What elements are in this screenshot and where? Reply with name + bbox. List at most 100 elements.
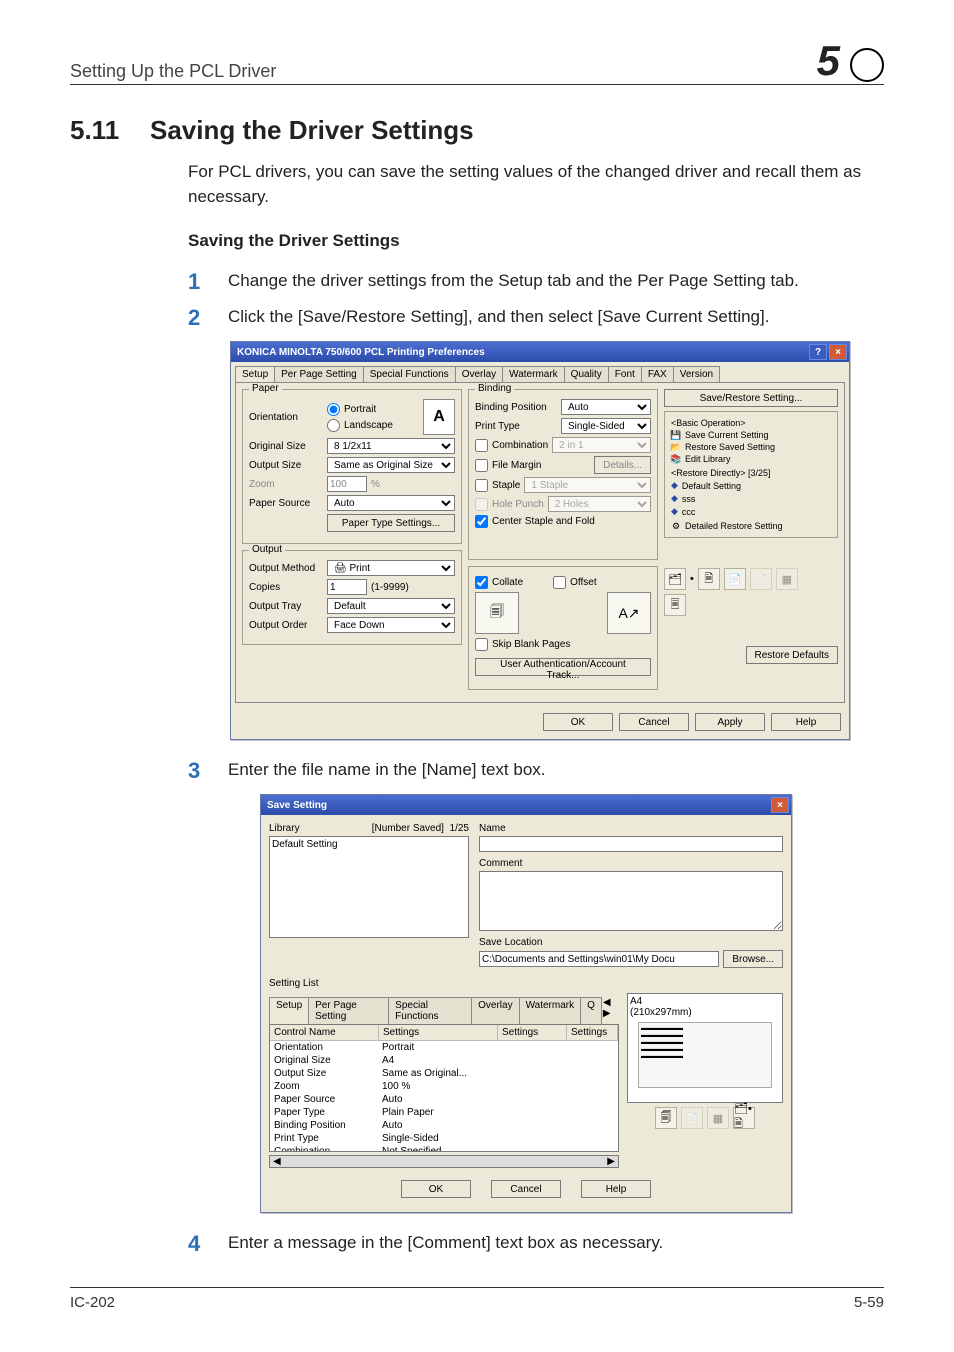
step-text-2: Click the [Save/Restore Setting], and th… <box>228 305 884 331</box>
orientation-portrait-label: Portrait <box>344 404 376 415</box>
tab-overlay[interactable]: Overlay <box>455 366 503 382</box>
name-input[interactable] <box>479 836 783 852</box>
restore-sss-item[interactable]: ◆sss <box>671 493 831 504</box>
help-button[interactable]: Help <box>771 713 841 731</box>
icon-btn-4: 📄 <box>750 568 772 590</box>
icon-btn-3[interactable]: 📄 <box>724 568 746 590</box>
original-size-select[interactable]: 8 1/2x11 <box>327 438 455 454</box>
output-tray-label: Output Tray <box>249 601 323 612</box>
restore-direct-label: <Restore Directly> [3/25] <box>671 468 831 478</box>
comment-label: Comment <box>479 858 783 869</box>
sl-tab-overlay[interactable]: Overlay <box>471 997 519 1024</box>
apply-button[interactable]: Apply <box>695 713 765 731</box>
sl-tab-setup[interactable]: Setup <box>269 997 309 1024</box>
table-row: Output SizeSame as Original... <box>270 1067 618 1080</box>
restore-saved-setting-item[interactable]: 📂Restore Saved Setting <box>671 442 831 452</box>
preview-icon-1[interactable]: 🗐 <box>655 1107 677 1129</box>
save-setting-help-button[interactable]: Help <box>581 1180 651 1198</box>
combination-check[interactable] <box>475 439 488 452</box>
th-settings-2: Settings <box>498 1025 567 1040</box>
cancel-button[interactable]: Cancel <box>619 713 689 731</box>
titlebar-help-button[interactable]: ? <box>809 344 827 360</box>
tab-quality[interactable]: Quality <box>564 366 609 382</box>
edit-library-item[interactable]: 📚Edit Library <box>671 454 831 464</box>
zoom-input <box>327 476 367 492</box>
orientation-label: Orientation <box>249 412 323 423</box>
hole-punch-select: 2 Holes <box>548 496 651 512</box>
save-location-input[interactable] <box>479 951 719 967</box>
tab-watermark[interactable]: Watermark <box>502 366 565 382</box>
combination-select: 2 in 1 <box>552 437 651 453</box>
icon-btn-2[interactable]: 🗎 <box>698 568 720 590</box>
save-location-label: Save Location <box>479 937 783 948</box>
preview-info-box: A4 (210x297mm) ▬▬▬▬▬▬▬▬▬▬▬▬▬▬▬▬▬▬▬▬▬▬▬▬▬… <box>627 993 783 1103</box>
output-order-select[interactable]: Face Down <box>327 617 455 633</box>
comment-input[interactable] <box>479 871 783 931</box>
user-auth-button[interactable]: User Authentication/Account Track... <box>475 658 651 676</box>
output-size-select[interactable]: Same as Original Size <box>327 457 455 473</box>
step-number-2: 2 <box>188 305 228 331</box>
collate-check[interactable] <box>475 576 488 589</box>
sl-tab-watermark[interactable]: Watermark <box>519 997 582 1024</box>
collate-label: Collate <box>492 577 523 588</box>
subheading: Saving the Driver Settings <box>188 231 884 251</box>
titlebar-close-button[interactable]: × <box>829 344 847 360</box>
save-setting-close-button[interactable]: × <box>771 797 789 813</box>
binding-position-select[interactable]: Auto <box>561 399 651 415</box>
step-text-3: Enter the file name in the [Name] text b… <box>228 758 884 784</box>
icon-btn-6[interactable]: 🗏 <box>664 594 686 616</box>
center-staple-check[interactable] <box>475 515 488 528</box>
offset-check[interactable] <box>553 576 566 589</box>
intro-paragraph: For PCL drivers, you can save the settin… <box>188 160 884 209</box>
table-row: CombinationNot Specified <box>270 1145 618 1151</box>
orientation-landscape-radio[interactable] <box>327 419 340 432</box>
print-type-select[interactable]: Single-Sided <box>561 418 651 434</box>
save-setting-cancel-button[interactable]: Cancel <box>491 1180 561 1198</box>
save-restore-setting-button[interactable]: Save/Restore Setting... <box>664 389 838 407</box>
sl-tab-perpage[interactable]: Per Page Setting <box>308 997 389 1024</box>
tab-fax[interactable]: FAX <box>641 366 674 382</box>
copies-input[interactable] <box>327 579 367 595</box>
skip-blank-check[interactable] <box>475 638 488 651</box>
sl-tab-q[interactable]: Q <box>580 997 602 1024</box>
save-icon: 💾 <box>671 430 681 440</box>
detailed-restore-item[interactable]: ⚙Detailed Restore Setting <box>671 521 831 531</box>
paper-type-settings-button[interactable]: Paper Type Settings... <box>327 514 455 532</box>
save-setting-title: Save Setting <box>267 800 769 811</box>
footer-right: 5-59 <box>854 1294 884 1311</box>
library-item-default[interactable]: Default Setting <box>272 839 466 850</box>
staple-check[interactable] <box>475 479 488 492</box>
tab-perpage[interactable]: Per Page Setting <box>274 366 364 382</box>
tab-version[interactable]: Version <box>673 366 720 382</box>
table-scrollbar[interactable]: ◀▶ <box>269 1155 619 1168</box>
restore-defaults-button[interactable]: Restore Defaults <box>746 646 838 664</box>
orientation-portrait-radio[interactable] <box>327 403 340 416</box>
settings-table: Control Name Settings Settings Settings … <box>269 1024 619 1152</box>
paper-source-select[interactable]: Auto <box>327 495 455 511</box>
save-current-setting-item[interactable]: 💾Save Current Setting <box>671 430 831 440</box>
tab-special[interactable]: Special Functions <box>363 366 456 382</box>
table-row: Paper SourceAuto <box>270 1093 618 1106</box>
tab-setup[interactable]: Setup <box>235 366 275 382</box>
preview-icon-2: 📄 <box>681 1107 703 1129</box>
file-margin-label: File Margin <box>492 460 541 471</box>
restore-default-item[interactable]: ◆Default Setting <box>671 480 831 491</box>
library-listbox[interactable]: Default Setting <box>269 836 469 938</box>
output-tray-select[interactable]: Default <box>327 598 455 614</box>
icon-btn-1[interactable]: 🗂 <box>664 568 686 590</box>
sl-tab-special[interactable]: Special Functions <box>388 997 472 1024</box>
copies-range: (1-9999) <box>371 582 409 593</box>
bullet-icon: ◆ <box>671 493 678 504</box>
output-method-select[interactable]: 🖨 Print <box>327 560 455 576</box>
pref-tabs: Setup Per Page Setting Special Functions… <box>231 362 849 382</box>
restore-ccc-item[interactable]: ◆ccc <box>671 506 831 517</box>
save-setting-ok-button[interactable]: OK <box>401 1180 471 1198</box>
browse-button[interactable]: Browse... <box>723 950 783 968</box>
file-margin-check[interactable] <box>475 459 488 472</box>
ok-button[interactable]: OK <box>543 713 613 731</box>
table-row: Zoom100 % <box>270 1080 618 1093</box>
preview-icon-4[interactable]: 🗂•🗎 <box>733 1107 755 1129</box>
tab-font[interactable]: Font <box>608 366 642 382</box>
collate-preview-icon: 🗐 <box>475 592 519 634</box>
offset-label: Offset <box>570 577 597 588</box>
